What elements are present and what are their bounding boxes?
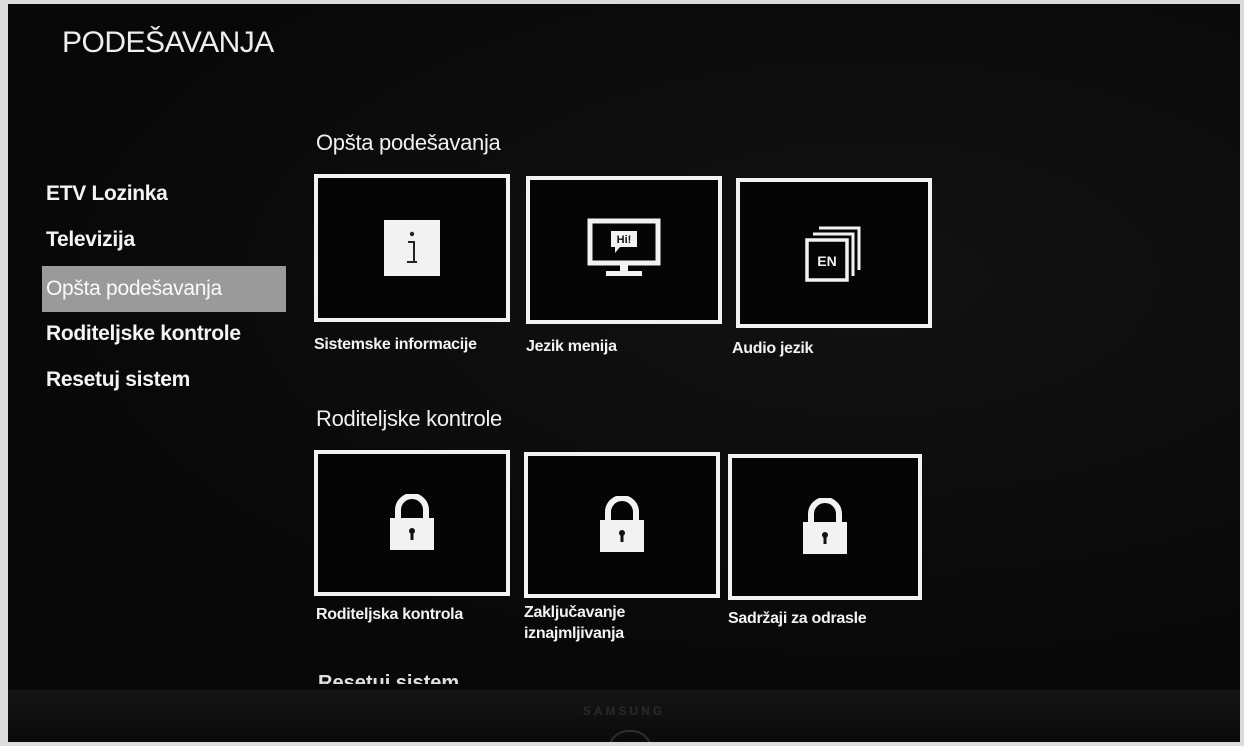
tv-frame: PODEŠAVANJA ETV Lozinka Televizija Opšta… — [8, 4, 1240, 742]
tile-audio-language[interactable]: EN — [736, 178, 932, 328]
section-title-reset: Resetuj sistem — [318, 672, 460, 684]
tile-label-audio-language: Audio jezik — [732, 340, 814, 357]
tile-label-system-info: Sistemske informacije — [314, 336, 477, 353]
language-en-text: EN — [817, 253, 836, 269]
sidebar-item-opsta-podesavanja[interactable]: Opšta podešavanja — [42, 266, 286, 312]
tile-label-parental-control: Roditeljska kontrola — [316, 606, 463, 623]
tv-hi-text: Hi! — [617, 234, 632, 246]
tile-adult-content[interactable] — [728, 454, 922, 600]
tile-label-menu-language: Jezik menija — [526, 338, 617, 355]
tile-parental-control[interactable] — [314, 450, 510, 596]
tile-rental-lock[interactable] — [524, 452, 720, 598]
lock-icon — [600, 496, 644, 552]
lock-icon — [390, 494, 434, 550]
brand-logo: SAMSUNG — [582, 704, 666, 718]
tile-label-adult-content: Sadržaji za odrasle — [728, 610, 867, 627]
info-icon — [384, 220, 440, 276]
sidebar: ETV Lozinka Televizija Opšta podešavanja… — [42, 174, 286, 406]
tile-menu-language[interactable]: Hi! — [526, 176, 722, 324]
language-en-icon: EN — [805, 226, 861, 282]
stand-ring — [608, 730, 652, 742]
settings-screen: PODEŠAVANJA ETV Lozinka Televizija Opšta… — [8, 4, 1240, 690]
tv-bezel: SAMSUNG — [8, 690, 1240, 742]
sidebar-item-etv-lozinka[interactable]: ETV Lozinka — [42, 174, 286, 220]
page-title: PODEŠAVANJA — [62, 26, 274, 59]
tile-label-rental-lock: Zaključavanje iznajmljivanja — [524, 604, 626, 642]
section-title-general: Opšta podešavanja — [316, 130, 501, 155]
sidebar-item-resetuj-sistem[interactable]: Resetuj sistem — [42, 360, 286, 406]
lock-icon — [803, 498, 847, 554]
tile-system-info[interactable] — [314, 174, 510, 322]
sidebar-item-televizija[interactable]: Televizija — [42, 220, 286, 266]
sidebar-item-roditeljske-kontrole[interactable]: Roditeljske kontrole — [42, 314, 286, 360]
tv-hi-icon: Hi! — [587, 218, 661, 276]
section-title-parental: Roditeljske kontrole — [316, 406, 502, 431]
